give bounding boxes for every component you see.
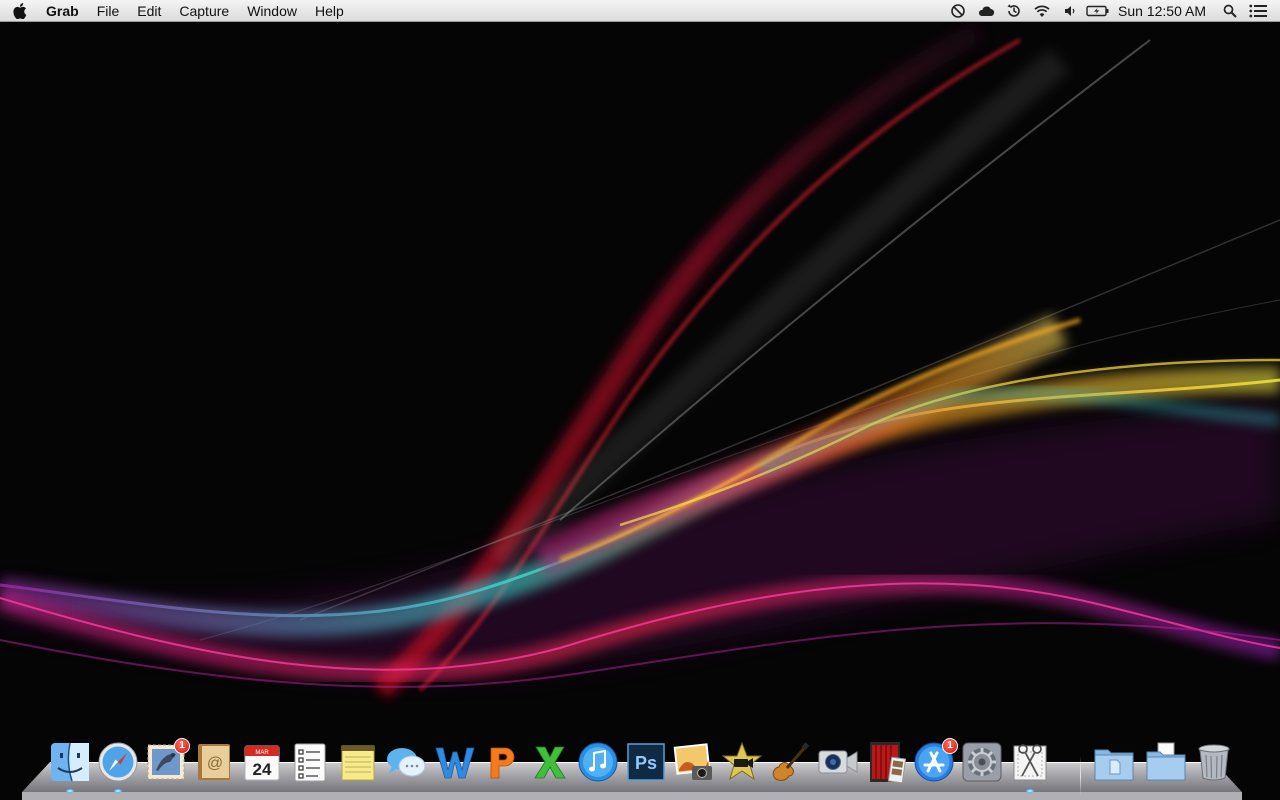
messages-icon (387, 748, 426, 777)
dock-grab[interactable] (1008, 740, 1052, 793)
photoshop-icon: Ps (627, 743, 665, 781)
dock-reminders[interactable] (288, 740, 332, 784)
contacts-icon: @ (198, 744, 230, 780)
dock-powerpoint[interactable] (480, 740, 524, 784)
dock-itunes[interactable] (576, 740, 620, 784)
app-store-badge: 1 (942, 738, 958, 754)
finder-icon (51, 742, 89, 782)
dock-word[interactable] (432, 740, 476, 784)
menu-window[interactable]: Window (238, 0, 306, 22)
photoshop-label: Ps (635, 753, 657, 773)
do-not-disturb-icon[interactable] (944, 0, 972, 22)
excel-icon (534, 746, 566, 779)
apple-menu-icon[interactable] (0, 0, 40, 22)
menu-help[interactable]: Help (306, 0, 353, 22)
calendar-day: 24 (253, 760, 272, 779)
dock: 1 @ MAR 24 Ps 1 (44, 738, 1244, 796)
dock-calendar[interactable]: MAR 24 (240, 740, 284, 784)
volume-icon[interactable] (1056, 0, 1084, 22)
wifi-icon[interactable] (1028, 0, 1056, 22)
dock-photoshop[interactable]: Ps (624, 740, 668, 784)
photo-booth-icon (870, 742, 907, 784)
calendar-month: MAR (255, 750, 269, 756)
time-machine-icon[interactable] (1000, 0, 1028, 22)
running-indicator (1026, 789, 1034, 793)
dock-iphoto[interactable] (672, 740, 716, 784)
safari-icon (98, 742, 138, 782)
documents-folder-icon (1094, 749, 1134, 781)
menu-clock[interactable]: Sun 12:50 AM (1112, 0, 1216, 22)
garageband-icon (772, 742, 810, 781)
menu-capture[interactable]: Capture (170, 0, 238, 22)
dock-messages[interactable] (384, 740, 428, 784)
dock-downloads[interactable] (1144, 740, 1188, 784)
running-indicator (114, 789, 122, 793)
calendar-icon: MAR 24 (244, 745, 280, 781)
dock-trash[interactable] (1192, 740, 1236, 784)
dock-imovie[interactable] (720, 740, 764, 784)
dock-safari[interactable] (96, 740, 140, 793)
running-indicator (66, 789, 74, 793)
svg-text:@: @ (207, 755, 223, 772)
dock-separator (1080, 756, 1081, 796)
mail-badge: 1 (174, 738, 190, 754)
dock-system-preferences[interactable] (960, 740, 1004, 784)
dock-app-store[interactable]: 1 (912, 738, 958, 784)
dock-facetime[interactable] (816, 740, 860, 784)
cloud-icon[interactable] (972, 0, 1000, 22)
facetime-icon (818, 750, 858, 774)
system-preferences-icon (962, 742, 1002, 782)
dock-mail[interactable]: 1 (144, 738, 190, 784)
reminders-icon (294, 743, 326, 782)
dock-documents[interactable] (1092, 740, 1136, 784)
dock-contacts[interactable]: @ (192, 740, 236, 784)
imovie-icon (721, 741, 763, 781)
dock-photo-booth[interactable] (864, 740, 908, 784)
battery-icon[interactable] (1084, 0, 1112, 22)
spotlight-search-icon[interactable] (1216, 0, 1244, 22)
menu-file[interactable]: File (88, 0, 129, 22)
trash-icon (1198, 744, 1230, 781)
menu-edit[interactable]: Edit (128, 0, 170, 22)
itunes-icon (578, 742, 618, 782)
downloads-folder-icon (1146, 742, 1186, 781)
iphoto-icon (673, 743, 712, 780)
word-icon (435, 747, 475, 779)
dock-garageband[interactable] (768, 740, 812, 784)
desktop-wallpaper (0, 0, 1280, 800)
menu-app-name[interactable]: Grab (40, 0, 88, 22)
menu-bar: Grab File Edit Capture Window Help Sun 1… (0, 0, 1280, 22)
dock-notes[interactable] (336, 740, 380, 784)
notes-icon (341, 745, 375, 781)
dock-excel[interactable] (528, 740, 572, 784)
grab-icon (1013, 744, 1047, 781)
notification-center-icon[interactable] (1244, 0, 1272, 22)
dock-finder[interactable] (48, 740, 92, 793)
powerpoint-icon (490, 747, 515, 779)
